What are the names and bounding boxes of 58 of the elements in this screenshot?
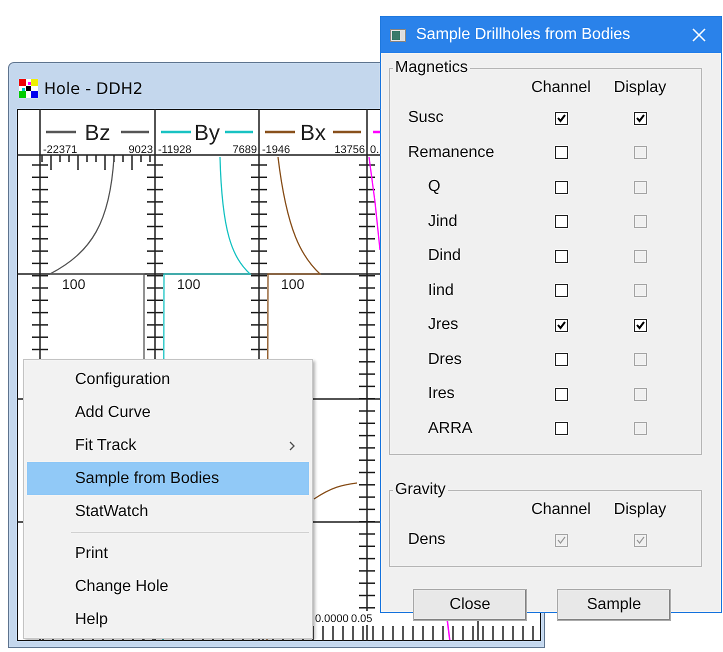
group-title: Gravity: [394, 481, 447, 499]
row-label: Q: [428, 178, 440, 195]
checkbox[interactable]: [554, 422, 568, 436]
row-label: Dens: [408, 531, 446, 548]
dialog-button[interactable]: Close: [413, 588, 527, 620]
menu-item[interactable]: Configuration: [27, 363, 309, 396]
app-icon: [19, 78, 38, 98]
dialog-title: Sample Drillholes from Bodies: [416, 26, 632, 44]
track-min-value: 0.: [370, 144, 380, 156]
checkbox[interactable]: [554, 318, 568, 332]
row-label: Dind: [428, 247, 461, 264]
checkbox[interactable]: [554, 146, 568, 160]
checkbox[interactable]: [634, 318, 646, 332]
track-min-value: -1946: [262, 144, 290, 156]
checkbox[interactable]: [554, 388, 568, 401]
row-label: Iind: [428, 282, 454, 298]
column-header: Channel: [530, 500, 592, 520]
column-header: Channel: [530, 78, 592, 98]
window-title: Hole - DDH2: [44, 78, 143, 98]
row-label: Jres: [428, 316, 458, 333]
menu-item[interactable]: Sample from Bodies: [27, 462, 309, 495]
column-header: Display: [612, 500, 668, 520]
checkbox[interactable]: [554, 180, 568, 194]
scale-label: 0.0000: [315, 613, 349, 625]
checkbox[interactable]: [554, 284, 568, 298]
checkbox[interactable]: [554, 353, 568, 366]
track-max-value: 7689: [232, 144, 257, 156]
track-name: Bx: [300, 120, 326, 145]
scale-label: 0.05: [351, 613, 372, 625]
row-label: Remanence: [408, 144, 494, 160]
menu-item[interactable]: Print: [27, 537, 309, 570]
row-label: Jind: [428, 212, 458, 230]
row-label: Susc: [408, 109, 444, 126]
dialog-button[interactable]: Sample: [557, 588, 671, 620]
track-max-value: 9023: [128, 144, 153, 156]
menu-item[interactable]: Add Curve: [27, 396, 309, 429]
menu-item[interactable]: Fit Track: [27, 429, 309, 462]
row-label: Dres: [428, 350, 462, 368]
row-label: Ires: [428, 385, 455, 402]
track-name: By: [194, 120, 220, 145]
track-min-value: -11928: [158, 144, 192, 156]
depth-label: 100: [62, 276, 86, 292]
menu-item[interactable]: Help: [27, 603, 309, 636]
track-name: Bz: [84, 120, 110, 145]
track-min-value: -22371: [43, 144, 78, 156]
track-max-value: 13756: [334, 144, 365, 156]
menu-item[interactable]: StatWatch: [27, 495, 309, 528]
checkbox[interactable]: [554, 250, 568, 263]
window-icon: [390, 28, 406, 42]
menu-item[interactable]: Change Hole: [27, 570, 309, 603]
row-label: ARRA: [428, 420, 472, 436]
checkbox[interactable]: [634, 112, 646, 125]
depth-label: 100: [177, 276, 200, 292]
checkbox[interactable]: [554, 215, 568, 228]
depth-label: 100: [281, 276, 304, 292]
column-header: Display: [612, 78, 668, 98]
checkbox[interactable]: [554, 112, 568, 125]
group-title: Magnetics: [394, 59, 469, 77]
